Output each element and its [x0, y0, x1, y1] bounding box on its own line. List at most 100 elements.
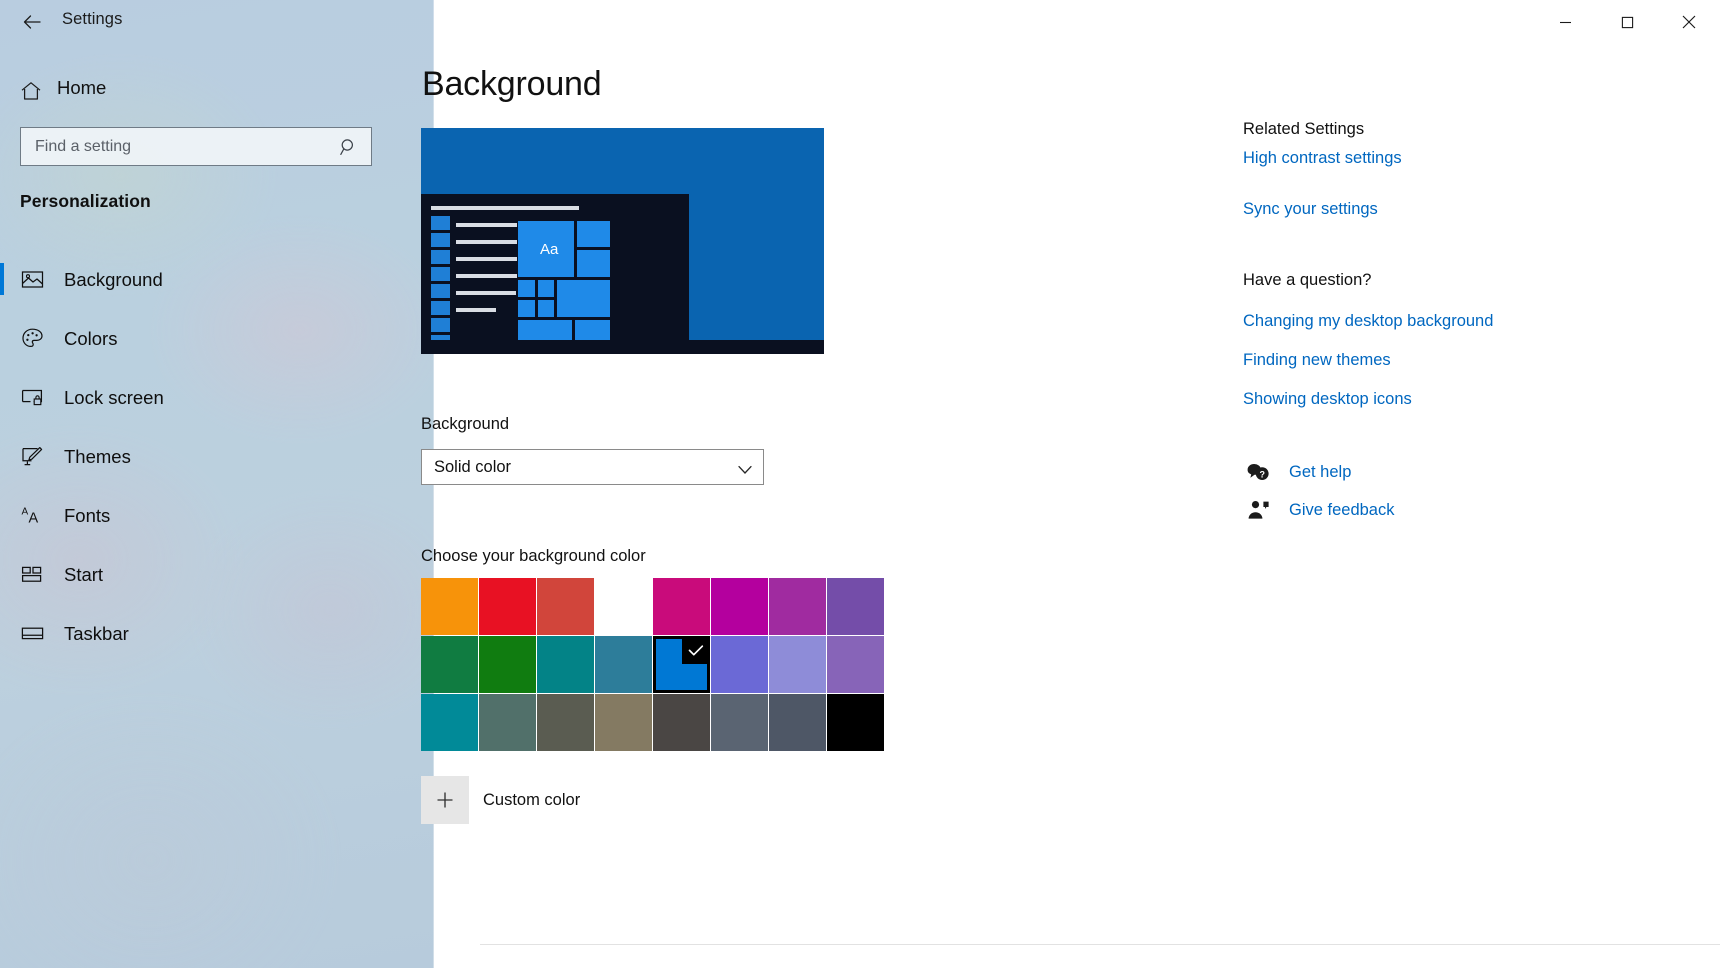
background-label: Background: [421, 415, 509, 434]
link-high-contrast-settings[interactable]: High contrast settings: [1243, 149, 1663, 168]
preview-tile-header: [517, 206, 579, 210]
sidebar-item-taskbar[interactable]: Taskbar: [0, 604, 434, 663]
sidebar-item-themes[interactable]: Themes: [0, 427, 434, 486]
start-tiles-icon: [19, 562, 45, 588]
selection-accent-bar: [0, 263, 4, 295]
sidebar-home-label: Home: [57, 77, 106, 99]
color-swatch[interactable]: [479, 636, 536, 693]
give-feedback-row[interactable]: Give feedback: [1243, 499, 1663, 521]
sidebar-section-title: Personalization: [20, 191, 151, 212]
custom-color-button[interactable]: [421, 776, 469, 824]
sidebar-item-label: Background: [64, 269, 163, 291]
custom-color-label: Custom color: [483, 791, 580, 810]
sidebar-item-label: Fonts: [64, 505, 110, 527]
color-swatch[interactable]: [595, 636, 652, 693]
color-swatch[interactable]: [769, 578, 826, 635]
sidebar-item-label: Lock screen: [64, 387, 164, 409]
choose-color-label: Choose your background color: [421, 547, 646, 566]
color-swatch-selected[interactable]: [653, 636, 710, 693]
settings-window: Settings Home Personalization: [0, 0, 1720, 968]
sidebar-item-label: Themes: [64, 446, 131, 468]
app-title: Settings: [62, 10, 122, 29]
image-icon: [19, 267, 45, 293]
home-icon: [19, 79, 43, 103]
get-help-row[interactable]: ? Get help: [1243, 461, 1663, 483]
link-finding-new-themes[interactable]: Finding new themes: [1243, 351, 1663, 370]
sidebar-item-label: Taskbar: [64, 623, 129, 645]
sidebar-item-label: Colors: [64, 328, 117, 350]
get-help-label: Get help: [1289, 463, 1351, 482]
color-swatch[interactable]: [711, 578, 768, 635]
sidebar: Settings Home Personalization: [0, 0, 434, 968]
preview-tile-text: Aa: [540, 241, 558, 258]
have-a-question-title: Have a question?: [1243, 271, 1663, 290]
link-sync-your-settings[interactable]: Sync your settings: [1243, 200, 1663, 219]
color-swatch[interactable]: [479, 694, 536, 751]
preview-taskbar: [421, 340, 824, 354]
color-swatch[interactable]: [421, 694, 478, 751]
plus-icon: [434, 789, 456, 811]
color-swatch[interactable]: [653, 578, 710, 635]
divider: [480, 944, 1720, 945]
taskbar-icon: [19, 621, 45, 647]
sidebar-nav: Background Colors: [0, 250, 434, 663]
svg-text:A: A: [28, 511, 38, 527]
color-swatch[interactable]: [711, 636, 768, 693]
search-icon: [339, 137, 359, 157]
feedback-icon: [1243, 499, 1273, 521]
minimize-button[interactable]: [1534, 0, 1596, 44]
brush-icon: [19, 444, 45, 470]
preview-start-menu: Aa: [421, 194, 689, 354]
sidebar-item-background[interactable]: Background: [0, 250, 434, 309]
sidebar-item-label: Start: [64, 564, 103, 586]
page-title: Background: [422, 65, 601, 104]
title-bar: Settings: [0, 0, 434, 44]
color-swatch[interactable]: [479, 578, 536, 635]
search-input[interactable]: [21, 128, 321, 165]
sidebar-item-colors[interactable]: Colors: [0, 309, 434, 368]
custom-color-row[interactable]: Custom color: [421, 776, 580, 824]
background-type-select[interactable]: Solid color: [421, 449, 764, 485]
color-swatch[interactable]: [421, 636, 478, 693]
palette-icon: [19, 326, 45, 352]
get-help-icon: ?: [1243, 461, 1273, 483]
preview-app-lines: [456, 206, 526, 325]
color-swatch[interactable]: [769, 694, 826, 751]
color-swatch[interactable]: [769, 636, 826, 693]
color-swatch[interactable]: [595, 578, 652, 635]
color-swatch[interactable]: [537, 636, 594, 693]
link-showing-desktop-icons[interactable]: Showing desktop icons: [1243, 390, 1663, 409]
check-icon: [682, 636, 710, 664]
chevron-down-icon: [738, 462, 752, 480]
back-arrow-icon: [21, 11, 43, 33]
svg-text:A: A: [21, 507, 28, 518]
search-box[interactable]: [20, 127, 372, 166]
lock-screen-icon: [19, 385, 45, 411]
color-swatch[interactable]: [421, 578, 478, 635]
back-button[interactable]: [12, 6, 52, 38]
maximize-button[interactable]: [1596, 0, 1658, 44]
color-swatch[interactable]: [653, 694, 710, 751]
color-swatch[interactable]: [827, 578, 884, 635]
sidebar-item-home[interactable]: Home: [0, 70, 434, 110]
window-controls: [1534, 0, 1720, 44]
minimize-icon: [1559, 16, 1572, 29]
related-settings-panel: Related Settings High contrast settings …: [1243, 120, 1663, 537]
sidebar-item-lock-screen[interactable]: Lock screen: [0, 368, 434, 427]
color-swatch[interactable]: [827, 694, 884, 751]
color-swatch[interactable]: [595, 694, 652, 751]
preview-tiles: Aa: [517, 220, 611, 348]
color-swatch[interactable]: [711, 694, 768, 751]
link-changing-my-desktop-background[interactable]: Changing my desktop background: [1243, 312, 1663, 331]
sidebar-item-start[interactable]: Start: [0, 545, 434, 604]
color-swatch[interactable]: [537, 578, 594, 635]
close-icon: [1682, 15, 1696, 29]
maximize-icon: [1621, 16, 1634, 29]
color-swatch[interactable]: [827, 636, 884, 693]
sidebar-item-fonts[interactable]: A A Fonts: [0, 486, 434, 545]
color-swatch-grid: [421, 578, 884, 751]
preview-app-squares: [431, 216, 450, 352]
close-button[interactable]: [1658, 0, 1720, 44]
svg-text:?: ?: [1259, 469, 1265, 479]
color-swatch[interactable]: [537, 694, 594, 751]
